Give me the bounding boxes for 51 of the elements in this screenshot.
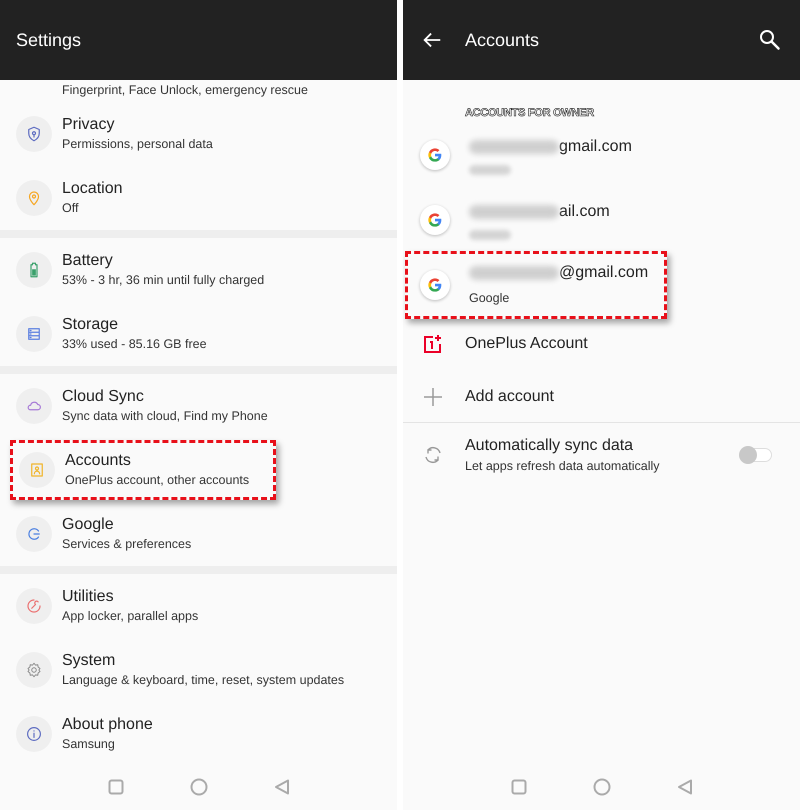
account-email[interactable]: gmail.com	[559, 134, 632, 158]
setting-title[interactable]: Battery	[62, 251, 264, 272]
google-logo-icon	[420, 270, 450, 300]
oneplus-account-label[interactable]: OnePlus Account	[465, 332, 588, 356]
account-provider: Google	[469, 290, 510, 308]
setting-subtitle: Permissions, personal data	[62, 137, 213, 153]
setting-subtitle: Language & keyboard, time, reset, system updates	[62, 673, 344, 689]
gear-icon	[25, 661, 43, 679]
shield-icon	[25, 125, 43, 143]
setting-subtitle: Samsung	[62, 737, 116, 753]
setting-title[interactable]: Accounts	[65, 451, 250, 472]
info-icon	[25, 725, 43, 743]
back-button[interactable]	[676, 779, 692, 795]
setting-subtitle: Sync data with cloud, Find my Phone	[62, 409, 268, 425]
setting-title[interactable]: About phone	[62, 715, 153, 736]
setting-title[interactable]: Location	[62, 179, 122, 200]
screen-title: Settings	[16, 28, 82, 52]
setting-title[interactable]: Privacy	[62, 115, 213, 136]
recents-button[interactable]	[510, 779, 526, 795]
sync-toggle[interactable]	[740, 448, 772, 462]
setting-subtitle: 53% - 3 hr, 36 min until fully charged	[62, 273, 264, 289]
screen-title: Accounts	[465, 28, 540, 52]
section-header: ACCOUNTS FOR OWNER	[465, 106, 594, 120]
account-email[interactable]: @gmail.com	[559, 261, 648, 286]
wrench-icon	[25, 597, 43, 615]
google-logo-icon	[420, 140, 450, 170]
home-button[interactable]	[592, 778, 610, 796]
back-button[interactable]	[274, 779, 290, 795]
setting-title[interactable]: Cloud Sync	[62, 387, 268, 408]
setting-subtitle: App locker, parallel apps	[62, 609, 198, 625]
setting-subtitle: Off	[62, 201, 80, 217]
oneplus-logo-icon	[423, 334, 443, 354]
sync-title: Automatically sync data	[465, 436, 634, 456]
setting-title[interactable]: System	[62, 651, 344, 672]
setting-subtitle: Fingerprint, Face Unlock, emergency rescue	[62, 82, 308, 99]
plus-icon	[423, 386, 443, 406]
setting-subtitle: 33% used - 85.16 GB free	[62, 337, 207, 353]
account-email[interactable]: ail.com	[559, 200, 610, 224]
setting-title[interactable]: Utilities	[62, 587, 198, 608]
google-logo-icon	[420, 204, 450, 234]
home-button[interactable]	[190, 778, 208, 796]
setting-subtitle: OnePlus account, other accounts	[65, 473, 250, 489]
setting-title[interactable]: Google	[62, 515, 192, 536]
person-card-icon	[28, 461, 46, 479]
sync-subtitle: Let apps refresh data automatically	[465, 458, 660, 474]
setting-title[interactable]: Storage	[62, 315, 207, 336]
storage-icon	[25, 325, 43, 343]
recents-button[interactable]	[108, 779, 124, 795]
add-account-label[interactable]: Add account	[465, 384, 554, 408]
search-icon[interactable]	[758, 28, 782, 52]
setting-subtitle: Services & preferences	[62, 537, 192, 553]
